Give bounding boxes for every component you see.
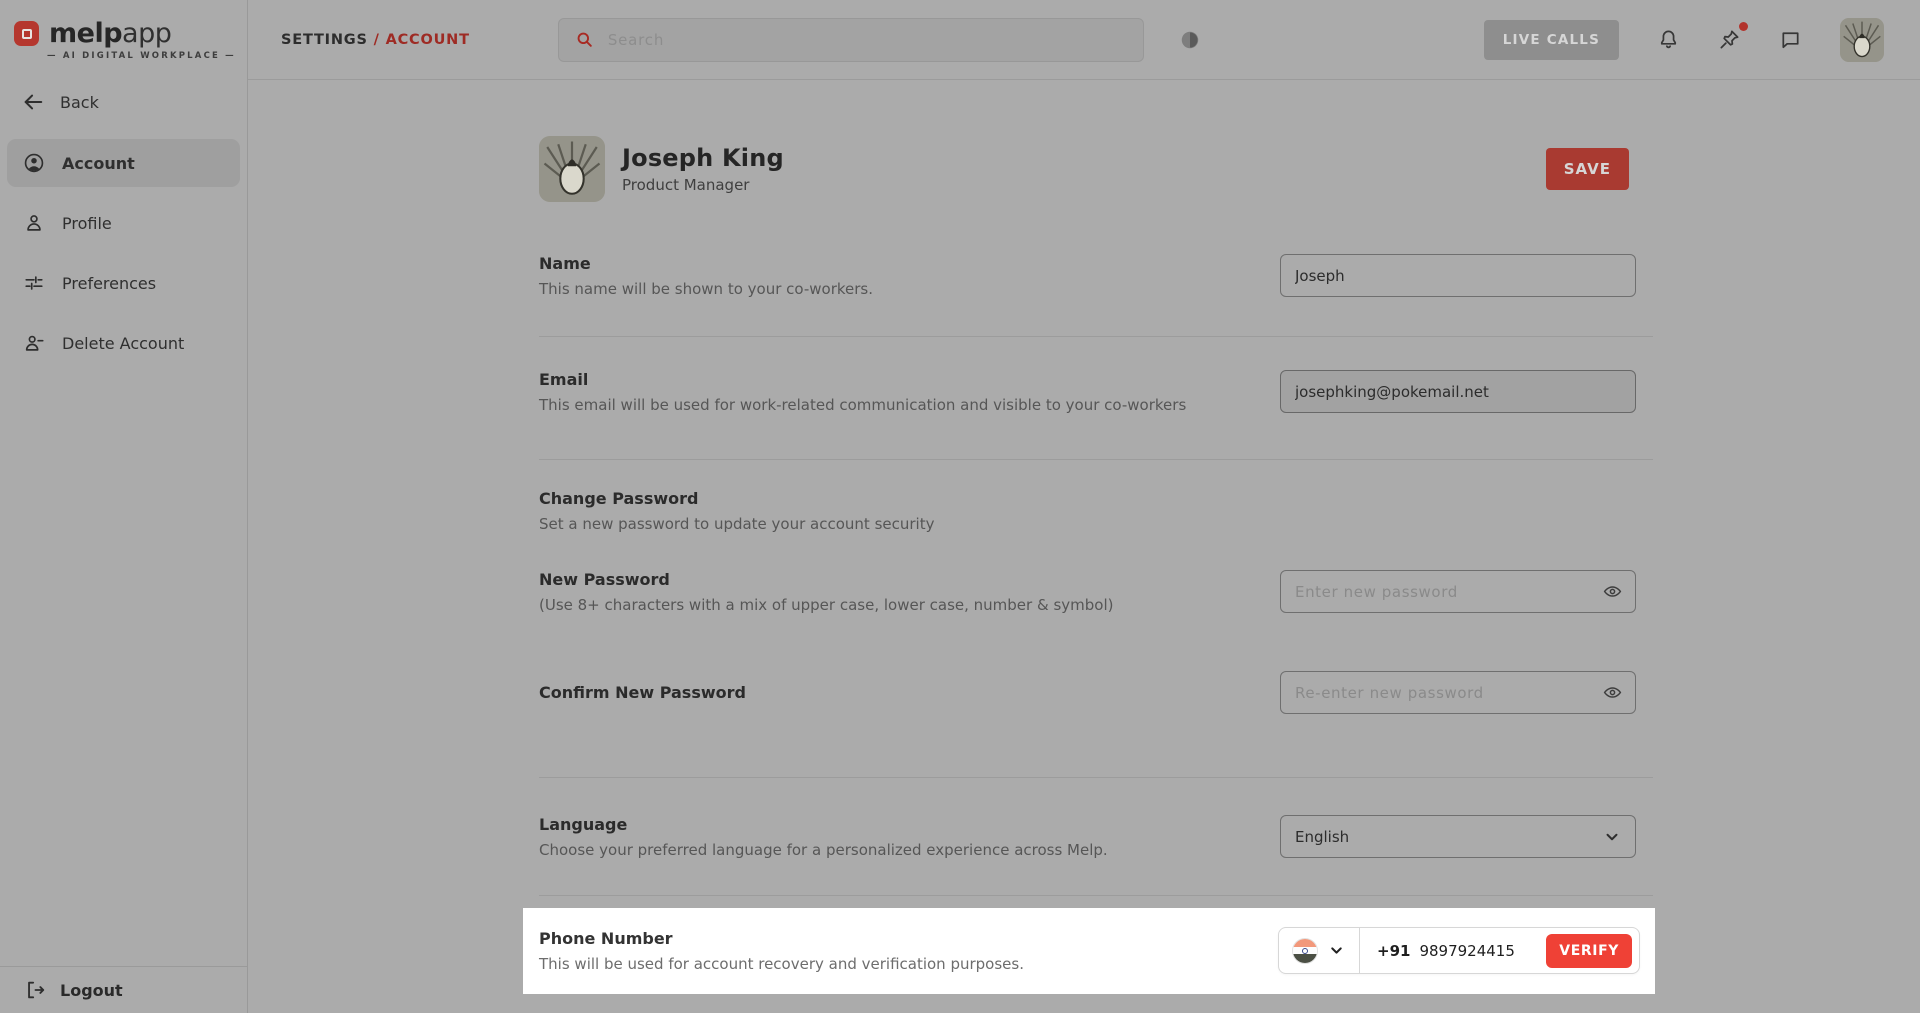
logout-icon — [24, 979, 46, 1001]
phone-label: Phone Number — [539, 929, 1024, 948]
profile-header: Joseph King Product Manager SAVE — [539, 136, 1653, 202]
confirm-password-row: Confirm New Password — [539, 671, 1653, 714]
search-bar[interactable] — [558, 18, 1144, 62]
settings-nav: Account Profile Preferences Delete Accou… — [0, 139, 247, 367]
back-button[interactable]: Back — [22, 91, 247, 113]
logout-button[interactable]: Logout — [0, 966, 247, 1013]
email-label: Email — [539, 370, 1186, 389]
confirm-password-label: Confirm New Password — [539, 683, 746, 702]
phone-number-value: 9897924415 — [1419, 942, 1514, 960]
arrow-left-icon — [22, 91, 44, 113]
person-minus-icon — [23, 332, 45, 354]
pin-button[interactable] — [1718, 28, 1741, 51]
user-avatar[interactable] — [1840, 18, 1884, 62]
sidebar-item-label: Profile — [62, 214, 112, 233]
live-calls-button[interactable]: LIVE CALLS — [1484, 20, 1619, 60]
language-label: Language — [539, 815, 1108, 834]
language-select[interactable]: English — [1280, 815, 1636, 858]
change-password-description: Set a new password to update your accoun… — [539, 515, 1299, 533]
email-description: This email will be used for work-related… — [539, 396, 1186, 414]
language-description: Choose your preferred language for a per… — [539, 841, 1108, 859]
brand-tagline: — AI DIGITAL WORKPLACE — — [47, 51, 247, 61]
top-bar: SETTINGS / ACCOUNT LIVE CALLS — [248, 0, 1920, 80]
user-role: Product Manager — [622, 176, 784, 194]
brand-name-bold: melp — [49, 18, 122, 49]
sidebar-item-label: Account — [62, 154, 135, 173]
language-selected-value: English — [1295, 828, 1349, 846]
new-password-input[interactable] — [1280, 570, 1636, 613]
new-password-label: New Password — [539, 570, 1113, 589]
confirm-password-input[interactable] — [1280, 671, 1636, 714]
email-row: Email This email will be used for work-r… — [539, 337, 1653, 460]
new-password-description: (Use 8+ characters with a mix of upper c… — [539, 596, 1113, 614]
chevron-down-icon — [1603, 828, 1621, 846]
verify-button[interactable]: VERIFY — [1546, 934, 1632, 968]
logout-label: Logout — [60, 981, 123, 1000]
name-label: Name — [539, 254, 873, 273]
melp-logo-icon — [14, 21, 39, 46]
profile-avatar[interactable] — [539, 136, 605, 202]
india-flag-icon — [1292, 938, 1318, 964]
sidebar-item-preferences[interactable]: Preferences — [7, 259, 240, 307]
phone-number-row: Phone Number This will be used for accou… — [523, 908, 1655, 994]
country-select[interactable] — [1279, 928, 1359, 973]
brand-name-light: app — [122, 18, 171, 49]
save-button[interactable]: SAVE — [1546, 148, 1629, 190]
chevron-down-icon — [1328, 942, 1345, 959]
sidebar-item-label: Delete Account — [62, 334, 184, 353]
search-input[interactable] — [608, 31, 1127, 49]
phone-description: This will be used for account recovery a… — [539, 955, 1024, 973]
name-input[interactable] — [1280, 254, 1636, 297]
phone-number-field[interactable]: +91 9897924415 — [1360, 942, 1546, 960]
brand-name: melpapp — [49, 18, 171, 49]
email-input[interactable] — [1280, 370, 1636, 413]
chat-icon[interactable] — [1779, 28, 1802, 51]
phone-input-group: +91 9897924415 VERIFY — [1278, 927, 1640, 974]
breadcrumb-account: ACCOUNT — [386, 32, 470, 48]
new-password-row: New Password (Use 8+ characters with a m… — [539, 570, 1653, 614]
sidebar-item-account[interactable]: Account — [7, 139, 240, 187]
account-settings-page: Joseph King Product Manager SAVE Name Th… — [248, 80, 1920, 1013]
search-icon — [575, 30, 594, 49]
language-row: Language Choose your preferred language … — [539, 778, 1653, 896]
breadcrumb-settings: SETTINGS — [281, 32, 368, 48]
eye-icon[interactable] — [1602, 682, 1623, 703]
back-label: Back — [60, 93, 99, 112]
theme-toggle-icon[interactable] — [1179, 29, 1201, 51]
sidebar-item-delete-account[interactable]: Delete Account — [7, 319, 240, 367]
eye-icon[interactable] — [1602, 581, 1623, 602]
sliders-icon — [23, 272, 45, 294]
change-password-label: Change Password — [539, 489, 1299, 508]
dial-code: +91 — [1377, 942, 1410, 960]
name-row: Name This name will be shown to your co-… — [539, 202, 1653, 337]
breadcrumb-separator: / — [374, 32, 380, 48]
name-description: This name will be shown to your co-worke… — [539, 280, 873, 298]
user-name: Joseph King — [622, 144, 784, 172]
sidebar-item-label: Preferences — [62, 274, 156, 293]
avatar-bird-image — [539, 136, 605, 202]
avatar-bird-image — [1840, 18, 1884, 62]
pin-icon — [1718, 28, 1741, 51]
account-circle-icon — [23, 152, 45, 174]
bell-icon[interactable] — [1657, 28, 1680, 51]
brand-logo: melpapp — [0, 0, 247, 49]
change-password-section: Change Password Set a new password to up… — [539, 460, 1653, 778]
breadcrumb: SETTINGS / ACCOUNT — [281, 32, 470, 48]
person-icon — [23, 212, 45, 234]
top-bar-actions: LIVE CALLS — [1484, 18, 1920, 62]
sidebar-item-profile[interactable]: Profile — [7, 199, 240, 247]
sidebar: melpapp — AI DIGITAL WORKPLACE — Back Ac… — [0, 0, 248, 1013]
notification-dot — [1739, 22, 1748, 31]
